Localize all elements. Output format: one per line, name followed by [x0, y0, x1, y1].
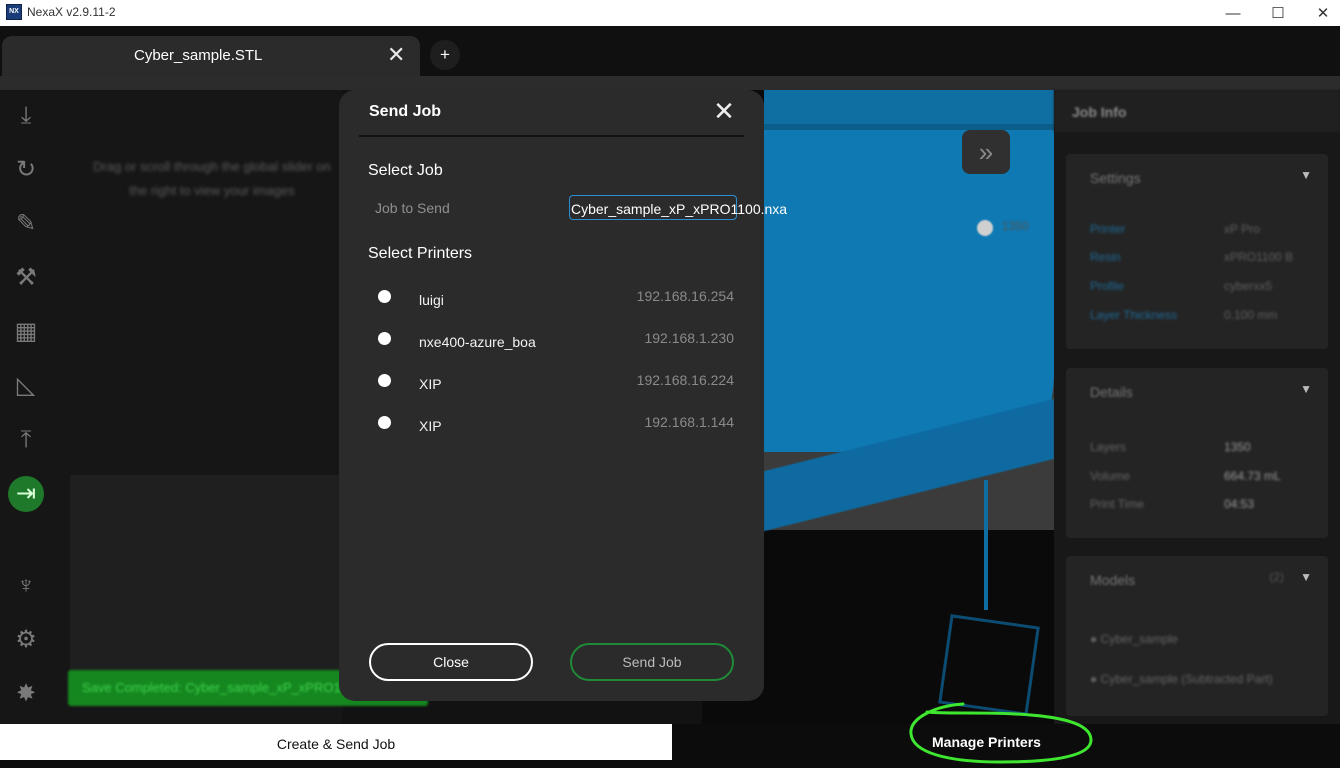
window-close-button[interactable]: ✕	[1300, 0, 1340, 26]
printer-radio[interactable]	[378, 290, 391, 303]
printer-ip: 192.168.16.254	[636, 288, 734, 304]
bug-icon[interactable]: ✸	[8, 676, 44, 712]
close-button[interactable]: Close	[369, 643, 533, 681]
details-title[interactable]: Details	[1090, 384, 1133, 400]
layer-slider-handle[interactable]	[977, 220, 993, 236]
tools-icon[interactable]: ⚒	[8, 260, 44, 296]
printer-option[interactable]: XIP 192.168.16.224	[378, 372, 738, 396]
job-info-header: Job Info	[1054, 90, 1340, 132]
printer-ip: 192.168.1.230	[644, 330, 734, 346]
bottom-bar: Create & Send Job Manage Printers	[0, 724, 1340, 768]
new-tab-button[interactable]: +	[430, 40, 460, 70]
models-count: (2)	[1269, 570, 1284, 584]
job-to-send-label: Job to Send	[375, 200, 450, 216]
tab-strip: Cyber_sample.STL ✕ +	[0, 26, 1340, 76]
send-job-button[interactable]: Send Job	[570, 643, 734, 681]
job-info-panel: Job Info Settings ▼ Printer xP Pro Resin x…	[1054, 90, 1340, 724]
settings-row: Printer xP Pro	[1090, 222, 1260, 236]
window-title: NexaX v2.9.11-2	[27, 5, 116, 19]
fast-forward-button[interactable]: »	[962, 130, 1010, 174]
manage-printers-tab[interactable]: Manage Printers	[932, 734, 1041, 750]
printer-name: luigi	[419, 292, 444, 308]
dialog-title: Send Job	[369, 103, 442, 120]
layout-grid-icon[interactable]: ▦	[8, 314, 44, 350]
select-printers-heading: Select Printers	[368, 245, 473, 262]
maximize-button[interactable]: ☐	[1255, 0, 1301, 26]
job-to-send-value: Cyber_sample_xP_xPRO1100.nxa	[571, 201, 788, 217]
tab-close-icon[interactable]: ✕	[387, 44, 405, 66]
details-row: Volume 664.73 mL	[1090, 469, 1281, 483]
details-card: Details ▼ Layers 1350 Volume 664.73 mL Pri…	[1066, 368, 1328, 538]
printer-option[interactable]: XIP 192.168.1.144	[378, 414, 738, 438]
left-toolbar: ⤓ ↻ ✎ ⚒ ▦ ◺ ⤒ ⇥ ♆ ⚙ ✸	[0, 90, 52, 724]
details-row: Print Time 04:53	[1090, 497, 1255, 511]
details-row: Layers 1350	[1090, 440, 1251, 454]
printer-name: nxe400-azure_boa	[419, 334, 536, 350]
slider-hint-text: Drag or scroll through the global slider…	[93, 159, 331, 198]
app-logo-icon: NX	[6, 4, 22, 20]
minimize-button[interactable]: —	[1210, 0, 1256, 26]
chevron-down-icon[interactable]: ▼	[1300, 382, 1312, 396]
settings-row: Resin xPRO1100 B	[1090, 250, 1294, 264]
tab-label: Cyber_sample.STL	[134, 47, 263, 64]
tab-underbar	[0, 76, 1340, 90]
measure-icon[interactable]: ◺	[8, 368, 44, 404]
select-job-heading: Select Job	[368, 162, 443, 179]
tooth-icon[interactable]: ♆	[8, 568, 44, 604]
job-to-send-field[interactable]: Cyber_sample_xP_xPRO1100.nxa	[569, 195, 787, 220]
printer-radio[interactable]	[378, 374, 391, 387]
view-cube[interactable]	[938, 614, 1040, 716]
send-arrow-icon[interactable]: ⇥	[8, 476, 44, 512]
printer-ip: 192.168.16.224	[636, 372, 734, 388]
download-icon[interactable]: ⤓	[8, 98, 44, 134]
printer-option[interactable]: nxe400-azure_boa 192.168.1.230	[378, 330, 738, 354]
rotate-3d-icon[interactable]: ↻	[8, 152, 44, 188]
label-icon[interactable]: ✎	[8, 206, 44, 242]
printer-radio[interactable]	[378, 332, 391, 345]
tab-cyber-sample[interactable]: Cyber_sample.STL ✕	[2, 36, 420, 76]
close-icon[interactable]: ✕	[711, 98, 737, 125]
model-list-item[interactable]: ● Cyber_sample	[1090, 632, 1178, 646]
settings-gear-icon[interactable]: ⚙	[8, 622, 44, 658]
printer-name: XIP	[419, 418, 442, 434]
model-list-item[interactable]: ● Cyber_sample (Subtracted Part)	[1090, 672, 1273, 686]
chevron-down-icon[interactable]: ▼	[1300, 570, 1312, 584]
settings-row: Profile cyberxx5	[1090, 279, 1273, 293]
settings-title[interactable]: Settings	[1090, 170, 1141, 186]
create-send-job-tab[interactable]: Create & Send Job	[0, 724, 672, 760]
model-top-face	[764, 90, 1054, 130]
chevron-down-icon[interactable]: ▼	[1300, 168, 1312, 182]
models-card: Models (2) ▼ ● Cyber_sample ● Cyber_samp…	[1066, 556, 1328, 716]
settings-card: Settings ▼ Printer xP Pro Resin xPRO1100 B…	[1066, 154, 1328, 349]
layer-slider-value: 1350	[1002, 219, 1029, 233]
upload-icon[interactable]: ⤒	[8, 422, 44, 458]
send-job-dialog: Send Job ✕ Select Job Job to Send Cyber_…	[339, 90, 787, 701]
printer-ip: 192.168.1.144	[644, 414, 734, 430]
printer-radio[interactable]	[378, 416, 391, 429]
z-axis-line	[984, 480, 988, 610]
dialog-divider	[359, 135, 744, 137]
models-title[interactable]: Models	[1090, 572, 1135, 588]
model-body[interactable]	[764, 130, 1054, 452]
printer-name: XIP	[419, 376, 442, 392]
printer-option[interactable]: luigi 192.168.16.254	[378, 288, 738, 312]
settings-row: Layer Thickness 0.100 mm	[1090, 308, 1278, 322]
window-title-bar: NX NexaX v2.9.11-2 — ☐ ✕	[0, 0, 1340, 26]
